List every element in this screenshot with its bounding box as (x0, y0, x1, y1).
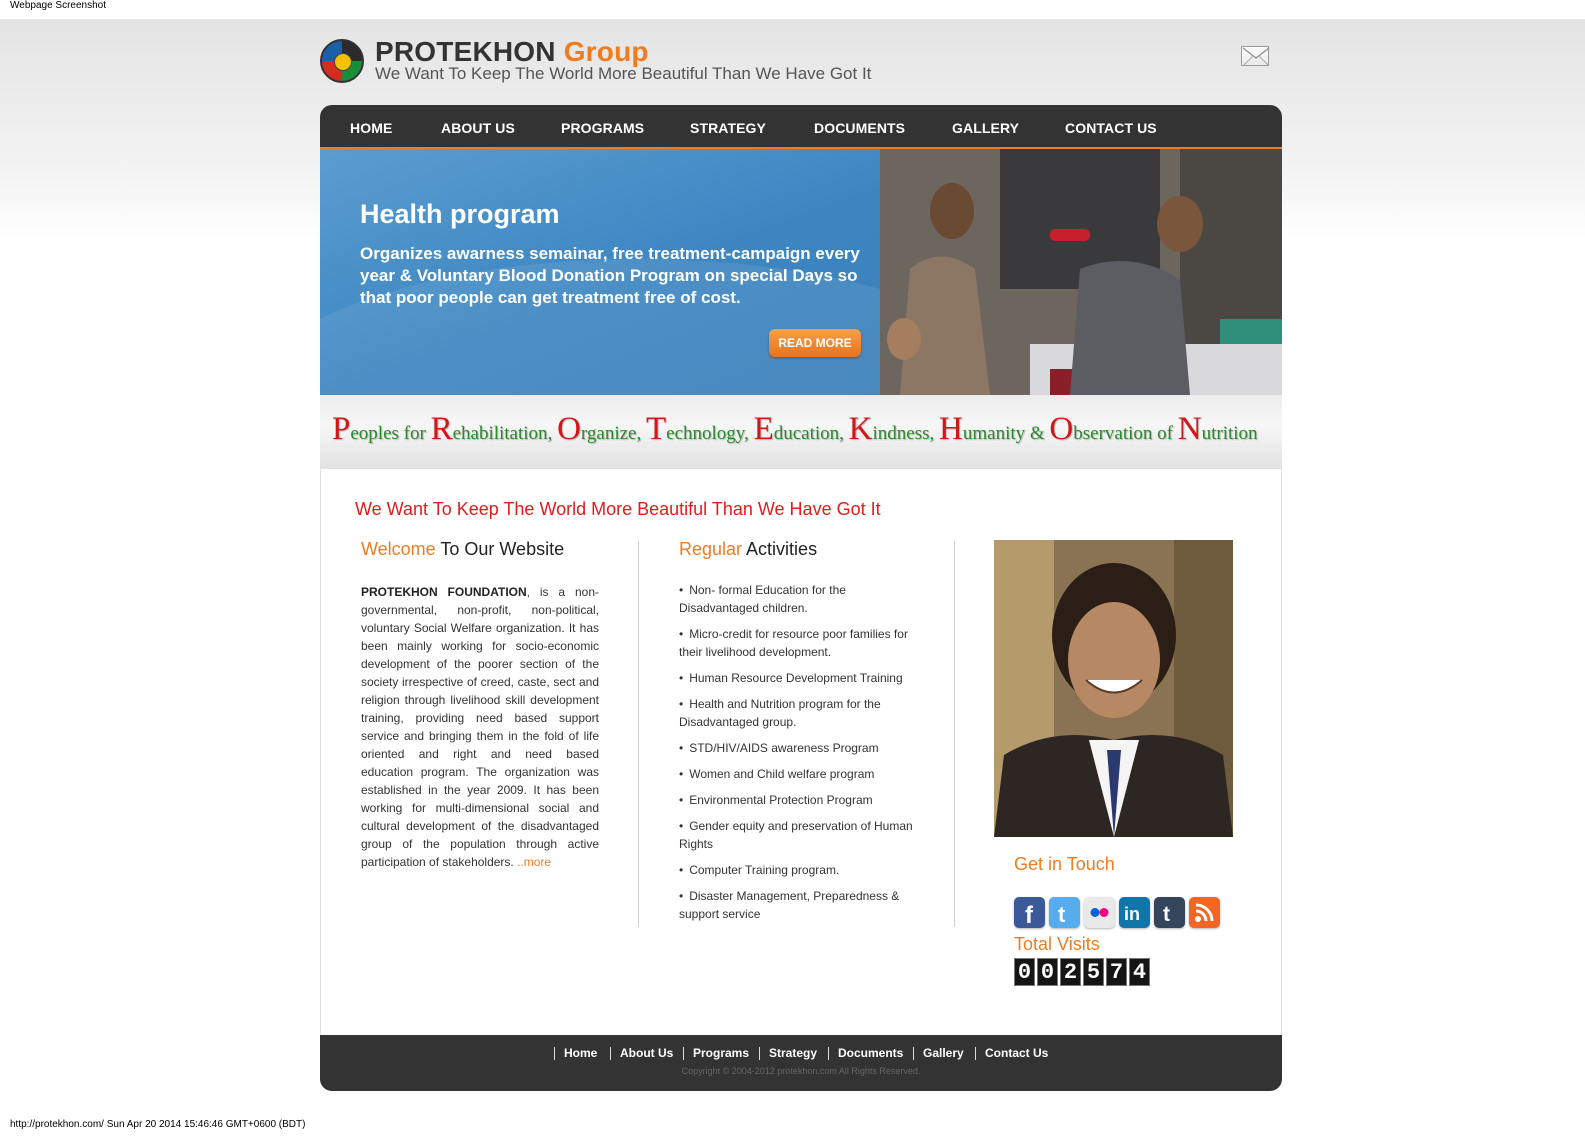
main-content: We Want To Keep The World More Beautiful… (320, 469, 1282, 1036)
nav-home[interactable]: HOME (350, 105, 392, 147)
list-item: Gender equity and preservation of Human … (679, 817, 929, 853)
svg-text:f: f (1025, 902, 1034, 928)
acronym-rest: ehabilitation, (452, 423, 558, 444)
list-item: Human Resource Development Training (679, 669, 929, 687)
svg-text:t: t (1058, 902, 1066, 927)
acronym-banner: Peoples for Rehabilitation, Organize, Te… (320, 395, 1282, 470)
acronym-cap: N (1177, 411, 1202, 447)
list-item: Women and Child welfare program (679, 765, 929, 783)
acronym-cap: K (848, 411, 873, 447)
list-item: Computer Training program. (679, 861, 929, 879)
screenshot-caption: Webpage Screenshot (10, 0, 106, 11)
acronym-rest: eoples for (350, 423, 431, 444)
activities-title-accent: Regular (679, 539, 743, 559)
acronym-cap: T (645, 411, 667, 447)
flickr-icon[interactable] (1084, 897, 1115, 928)
copyright-text: Copyright © 2004-2012 protekhon.com All … (681, 1066, 921, 1076)
nav-about-us[interactable]: ABOUT US (441, 105, 515, 147)
acronym-rest: bservation of (1073, 423, 1178, 444)
welcome-title: Welcome To Our Website (361, 539, 564, 560)
footer-link-contact-us[interactable]: Contact Us (985, 1046, 1048, 1060)
nav-programs[interactable]: PROGRAMS (561, 105, 644, 147)
welcome-title-accent: Welcome (361, 539, 436, 559)
acronym-cap: R (430, 411, 453, 447)
facebook-icon[interactable]: f (1014, 897, 1045, 929)
nav-documents[interactable]: DOCUMENTS (814, 105, 905, 147)
welcome-title-rest: To Our Website (435, 539, 565, 559)
list-item: Environmental Protection Program (679, 791, 929, 809)
acronym-cap: O (1049, 411, 1074, 447)
total-visits-heading: Total Visits (1014, 934, 1100, 954)
main-nav: HOME ABOUT US PROGRAMS STRATEGY DOCUMENT… (320, 105, 1282, 149)
counter-digit: 0 (1037, 958, 1058, 986)
footer-link-home[interactable]: Home (564, 1046, 597, 1060)
list-item: Health and Nutrition program for the Dis… (679, 695, 929, 731)
acronym-rest: echnology, (666, 423, 754, 444)
nav-contact-us[interactable]: CONTACT US (1065, 105, 1157, 147)
site-container: PROTEKHON Group We Want To Keep The Worl… (320, 19, 1282, 1110)
brand-name: PROTEKHON (375, 36, 556, 67)
column-divider (954, 541, 955, 927)
get-in-touch-heading: Get in Touch (1014, 854, 1115, 874)
org-name: PROTEKHON FOUNDATION (361, 585, 527, 599)
footer-link-documents[interactable]: Documents (838, 1046, 903, 1060)
list-item: Non- formal Education for the Disadvanta… (679, 581, 929, 617)
acronym-cap: E (753, 411, 774, 447)
logo-icon[interactable] (320, 39, 364, 83)
footer-link-strategy[interactable]: Strategy (769, 1046, 817, 1060)
hero-slider: Health program Organizes awarness semain… (320, 149, 1282, 395)
counter-digit: 2 (1060, 958, 1081, 986)
counter-digit: 7 (1106, 958, 1127, 986)
print-url-footer: http://protekhon.com/ Sun Apr 20 2014 15… (10, 1119, 306, 1130)
footer-link-programs[interactable]: Programs (693, 1046, 749, 1060)
nav-strategy[interactable]: STRATEGY (690, 105, 766, 147)
counter-digit: 0 (1014, 958, 1035, 986)
rss-icon[interactable] (1189, 897, 1220, 928)
more-link[interactable]: ..more (517, 855, 551, 869)
acronym-rest: ducation, (773, 423, 849, 444)
svg-text:t: t (1163, 903, 1170, 926)
tumblr-icon[interactable]: t (1154, 897, 1185, 928)
main-heading: We Want To Keep The World More Beautiful… (355, 499, 881, 519)
acronym-cap: P (332, 411, 351, 447)
acronym-text: Peoples for Rehabilitation, Organize, Te… (332, 411, 1258, 448)
footer-link-about-us[interactable]: About Us (620, 1046, 673, 1060)
acronym-rest: rganize, (580, 423, 646, 444)
acronym-rest: umanity & (962, 423, 1050, 444)
counter-digit: 5 (1083, 958, 1104, 986)
hero-title: Health program (360, 199, 560, 229)
acronym-cap: H (939, 411, 963, 447)
about-text: PROTEKHON FOUNDATION, is a non-governmen… (361, 583, 599, 871)
svg-text:in: in (1124, 904, 1140, 924)
hero-panel: Health program Organizes awarness semain… (320, 149, 880, 395)
site-footer: Home About Us Programs Strategy Document… (320, 1035, 1282, 1091)
list-item: Micro-credit for resource poor families … (679, 625, 929, 661)
linkedin-icon[interactable]: in (1119, 897, 1150, 928)
activities-list: Non- formal Education for the Disadvanta… (679, 581, 929, 931)
nav-gallery[interactable]: GALLERY (952, 105, 1019, 147)
envelope-icon[interactable] (1241, 46, 1270, 67)
twitter-icon[interactable]: t (1049, 897, 1080, 928)
hero-photo (880, 149, 1282, 395)
brand-accent: Group (563, 36, 649, 67)
read-more-button[interactable]: READ MORE (769, 329, 861, 357)
footer-link-gallery[interactable]: Gallery (923, 1046, 964, 1060)
hero-text: Organizes awarness semainar, free treatm… (360, 244, 860, 307)
activities-title-rest: Activities (742, 539, 818, 559)
about-body: , is a non-governmental, non-profit, non… (361, 585, 599, 869)
site-tagline: We Want To Keep The World More Beautiful… (375, 64, 872, 83)
acronym-cap: O (557, 411, 581, 447)
profile-photo (994, 540, 1233, 837)
list-item: Disaster Management, Preparedness & supp… (679, 887, 929, 923)
acronym-rest: utrition (1201, 423, 1258, 444)
acronym-rest: indness, (872, 423, 940, 444)
column-divider (638, 541, 639, 927)
counter-digit: 4 (1129, 958, 1150, 986)
list-item: STD/HIV/AIDS awareness Program (679, 739, 929, 757)
activities-title: Regular Activities (679, 539, 817, 560)
